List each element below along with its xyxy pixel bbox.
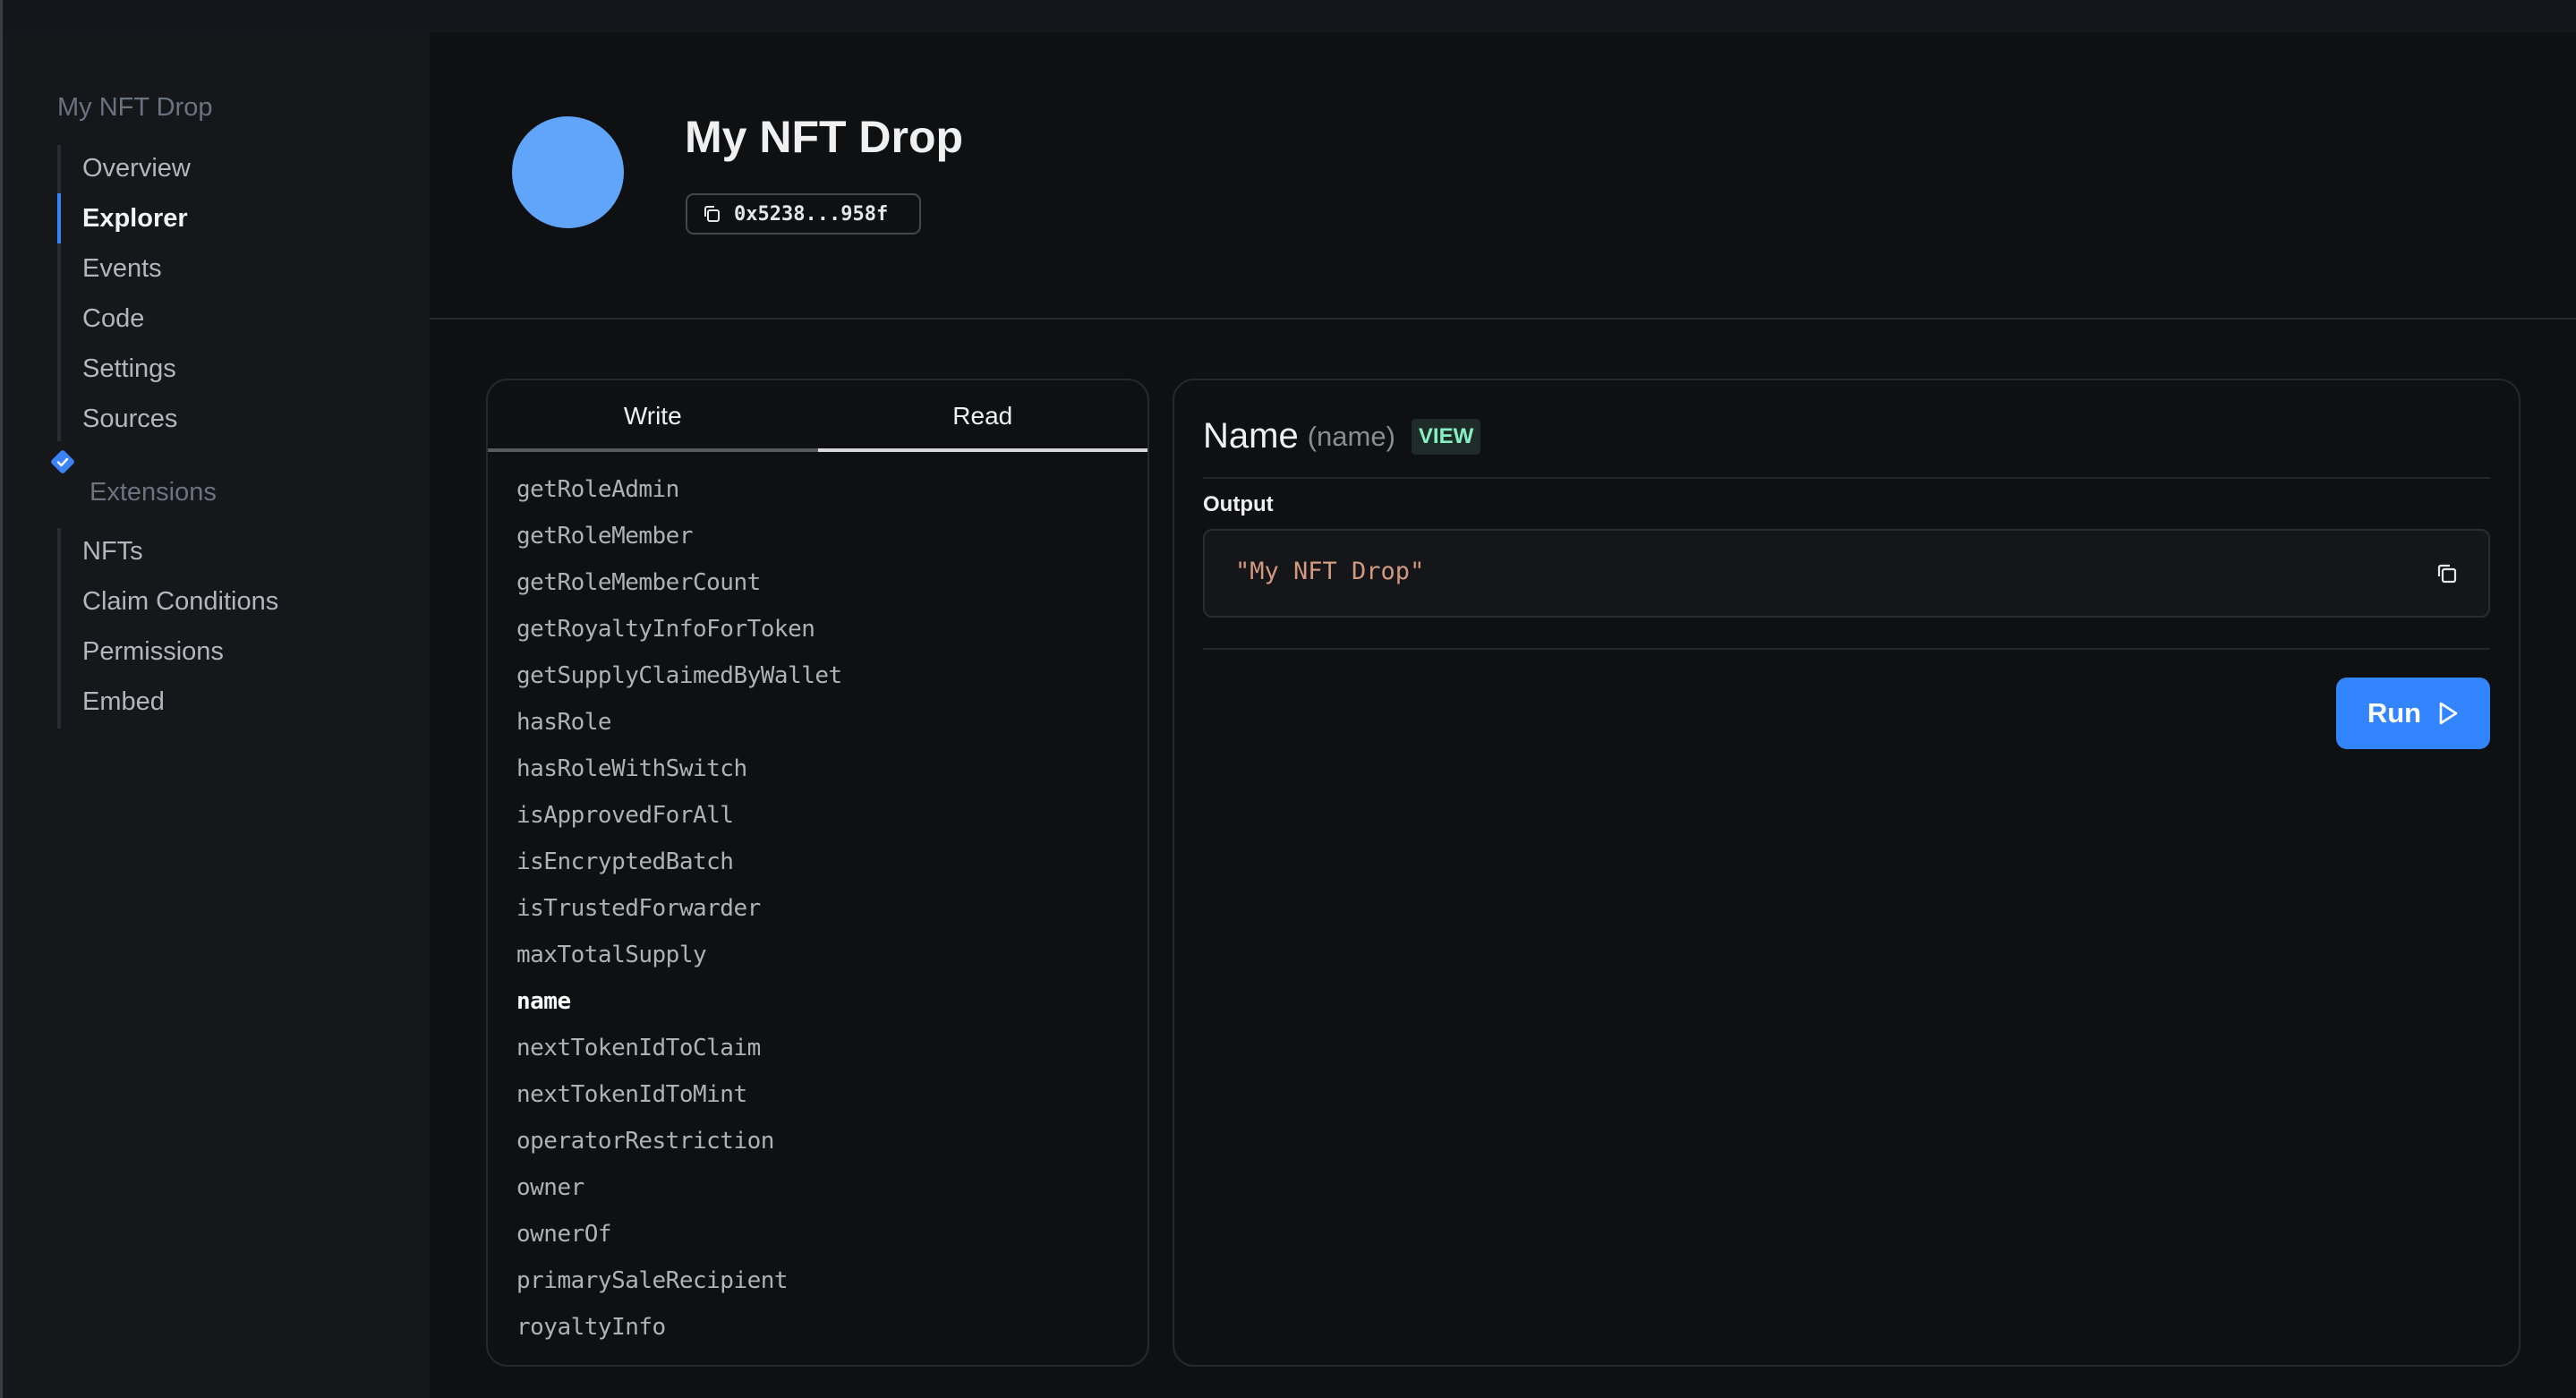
copy-icon (704, 206, 720, 222)
contract-address: 0x5238...958f (734, 202, 889, 226)
copy-address-button[interactable]: 0x5238...958f (686, 193, 921, 234)
contract-avatar (512, 116, 624, 228)
sidebar-item-overview[interactable]: Overview (82, 154, 191, 183)
sidebar-item-embed[interactable]: Embed (82, 687, 165, 717)
sidebar-item-claim-conditions[interactable]: Claim Conditions (82, 587, 278, 617)
function-item[interactable]: ownerOf (516, 1211, 842, 1257)
function-item[interactable]: isApprovedForAll (516, 792, 842, 839)
output-box: "My NFT Drop" (1203, 529, 2490, 618)
top-bar (0, 0, 2576, 32)
functions-panel: Write Read getRoleAdmin getRoleMember getR… (486, 379, 1149, 1367)
function-item[interactable]: royaltyInfo (516, 1304, 842, 1351)
function-item[interactable]: getRoleMemberCount (516, 559, 842, 606)
output-label: Output (1203, 492, 1274, 516)
tab-read-label: Read (952, 402, 1013, 430)
sidebar-item-sources[interactable]: Sources (82, 405, 177, 434)
tab-write[interactable]: Write (488, 380, 818, 452)
view-badge: VIEW (1411, 418, 1481, 455)
sidebar-item-nfts[interactable]: NFTs (82, 537, 143, 567)
sidebar-item-permissions[interactable]: Permissions (82, 637, 224, 667)
function-item[interactable]: getSupplyClaimedByWallet (516, 652, 842, 699)
sidebar-item-code[interactable]: Code (82, 304, 144, 334)
function-item[interactable]: isEncryptedBatch (516, 839, 842, 885)
function-detail-panel: Name (name) VIEW Output "My NFT Drop" Ru… (1173, 379, 2521, 1367)
sidebar-group-line (57, 145, 61, 441)
function-item[interactable]: getRoleAdmin (516, 466, 842, 513)
function-item[interactable]: getRoleMember (516, 513, 842, 559)
run-button[interactable]: Run (2336, 678, 2490, 749)
function-item[interactable]: nextTokenIdToMint (516, 1071, 842, 1118)
tab-write-label: Write (623, 402, 682, 430)
function-item[interactable]: nextTokenIdToClaim (516, 1025, 842, 1071)
sidebar-active-indicator (57, 193, 61, 243)
function-item[interactable]: operatorRestriction (516, 1118, 842, 1164)
output-value: "My NFT Drop" (1235, 558, 1425, 585)
function-item[interactable]: isTrustedForwarder (516, 885, 842, 932)
tab-read[interactable]: Read (817, 380, 1148, 452)
copy-output-icon[interactable] (2435, 561, 2460, 586)
run-button-label: Run (2367, 697, 2422, 729)
function-item[interactable]: name (516, 978, 842, 1025)
read-write-tabs: Write Read (488, 380, 1147, 452)
sidebar-item-events[interactable]: Events (82, 254, 162, 284)
header-divider (430, 318, 2576, 320)
function-name: Name (1203, 416, 1299, 456)
function-item[interactable]: owner (516, 1164, 842, 1211)
function-list: getRoleAdmin getRoleMember getRoleMemberCo… (516, 466, 842, 1351)
function-item[interactable]: primarySaleRecipient (516, 1257, 842, 1304)
divider (1203, 648, 2490, 650)
function-item[interactable]: getRoyaltyInfoForToken (516, 606, 842, 652)
function-heading: Name (name) VIEW (1203, 416, 1481, 456)
function-item[interactable]: hasRole (516, 699, 842, 746)
play-icon (2439, 702, 2458, 725)
sidebar-extensions-heading: Extensions (90, 478, 217, 507)
divider (1203, 477, 2490, 479)
sidebar-item-settings[interactable]: Settings (82, 354, 176, 384)
sidebar-contract-heading: My NFT Drop (57, 93, 213, 122)
sidebar (0, 32, 430, 1398)
function-item[interactable]: maxTotalSupply (516, 932, 842, 978)
sidebar-extensions-group-line (57, 528, 61, 729)
sidebar-item-explorer[interactable]: Explorer (82, 204, 188, 234)
function-signature: (name) (1307, 420, 1395, 452)
function-item[interactable]: hasRoleWithSwitch (516, 746, 842, 792)
page-title: My NFT Drop (685, 112, 964, 162)
extensions-verified-icon (51, 450, 74, 473)
